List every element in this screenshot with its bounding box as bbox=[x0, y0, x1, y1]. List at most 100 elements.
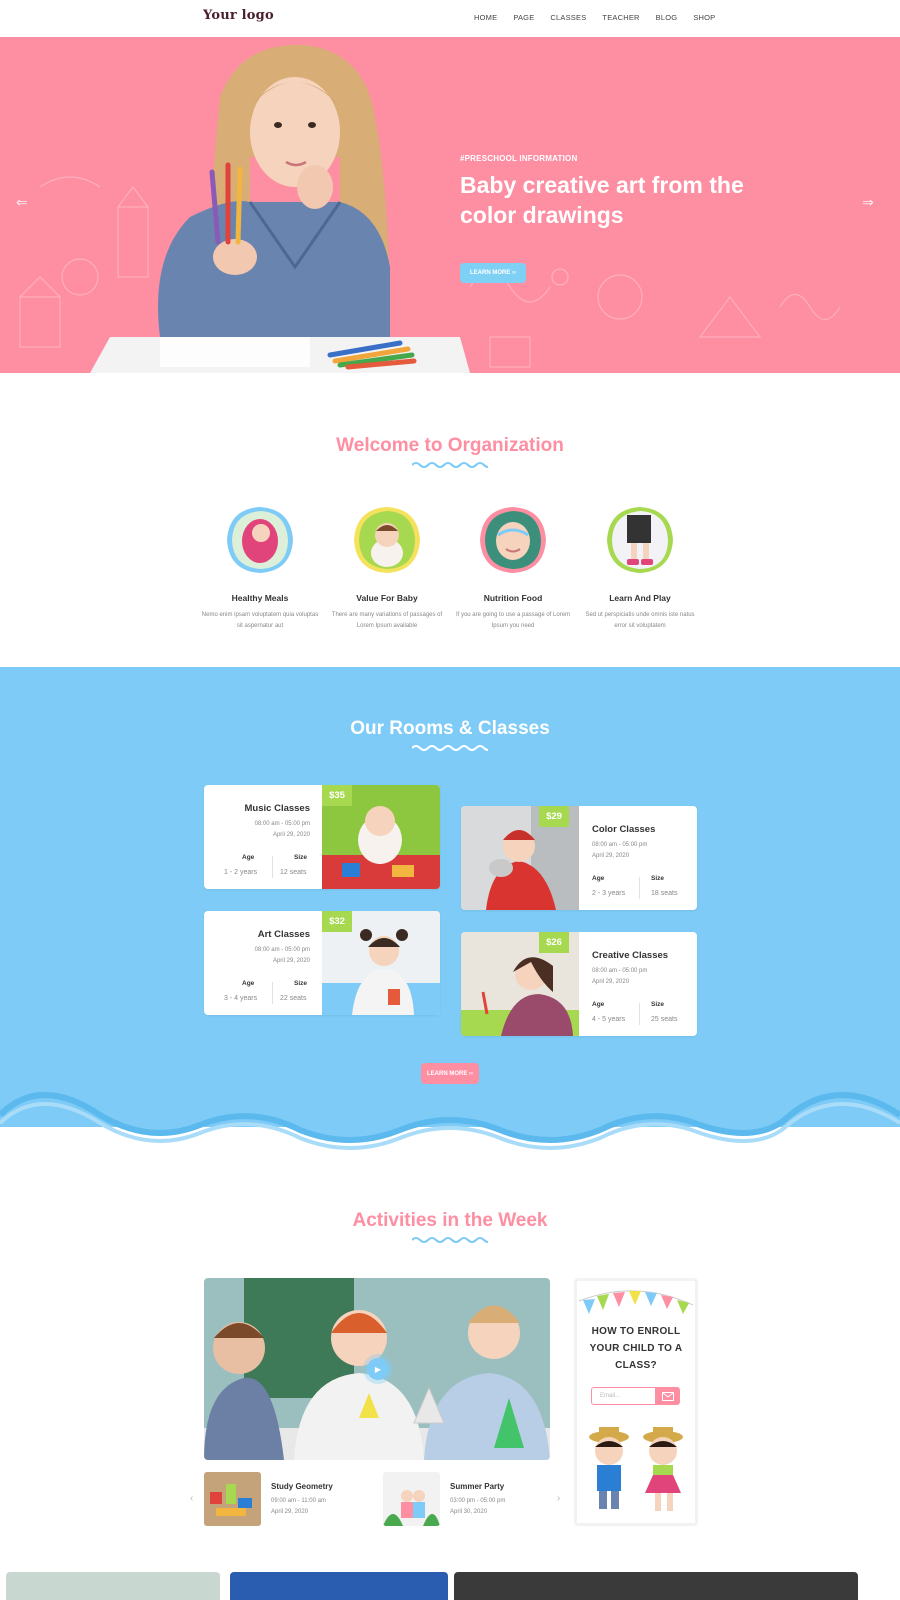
main-menu: HOME PAGE CLASSES TEACHER BLOG SHOP bbox=[474, 13, 731, 22]
divider bbox=[639, 877, 640, 899]
class-name: Music Classes bbox=[244, 803, 310, 814]
chevron-left-icon[interactable]: ‹ bbox=[190, 1493, 193, 1504]
activity-item-study-geometry[interactable]: Study Geometry 09:00 am - 11:00 am April… bbox=[204, 1472, 370, 1526]
wave-divider bbox=[412, 745, 488, 751]
site-logo[interactable]: Your logo bbox=[203, 8, 274, 23]
feature-image bbox=[227, 507, 293, 573]
size-label: Size bbox=[651, 875, 665, 882]
class-price-badge: $26 bbox=[539, 932, 569, 953]
size-value: 22 seats bbox=[280, 995, 307, 1002]
activity-video[interactable]: ▶ bbox=[204, 1278, 550, 1460]
nav-classes[interactable]: CLASSES bbox=[550, 13, 586, 22]
size-label: Size bbox=[294, 980, 308, 987]
age-label: Age bbox=[242, 854, 255, 861]
kids-cartoon-illustration bbox=[589, 1427, 683, 1511]
class-time: 08:00 am - 05:00 pm bbox=[592, 842, 648, 848]
feature-title: Value For Baby bbox=[356, 593, 418, 603]
divider bbox=[272, 856, 273, 878]
class-time: 08:00 am - 05:00 pm bbox=[254, 947, 310, 953]
activity-item-summer-party[interactable]: Summer Party 03:00 pm - 05:00 pm April 3… bbox=[383, 1472, 549, 1526]
class-date: April 29, 2020 bbox=[592, 979, 630, 985]
welcome-title: Welcome to Organization bbox=[336, 435, 564, 456]
age-value: 2 - 3 years bbox=[592, 890, 626, 897]
size-value: 25 seats bbox=[651, 1016, 678, 1023]
feature-title: Learn And Play bbox=[609, 593, 671, 603]
size-label: Size bbox=[651, 1001, 665, 1008]
age-value: 1 - 2 years bbox=[224, 869, 258, 876]
class-card-color[interactable]: $29 Color Classes 08:00 am - 05:00 pm Ap… bbox=[461, 806, 697, 910]
nav-page[interactable]: PAGE bbox=[513, 13, 534, 22]
class-info: Color Classes 08:00 am - 05:00 pm April … bbox=[579, 806, 697, 910]
size-value: 18 seats bbox=[651, 890, 678, 897]
size-label: Size bbox=[294, 854, 308, 861]
feature-description: Nemo enim ipsam voluptatem quia voluptas… bbox=[201, 612, 319, 629]
feature-title: Nutrition Food bbox=[483, 593, 543, 603]
hero-slider: ⇐ ⇒ #PRESCHOOL INFORMATION Baby creative… bbox=[0, 37, 900, 373]
gallery-image bbox=[454, 1572, 858, 1600]
class-price-badge: $32 bbox=[322, 911, 352, 932]
class-name: Art Classes bbox=[257, 929, 310, 940]
wave-divider bbox=[412, 1237, 488, 1243]
class-price-badge: $35 bbox=[322, 785, 352, 806]
feature-description: Sed ut perspiciatis unde omnis iste natu… bbox=[585, 612, 695, 629]
activity-name: Summer Party bbox=[450, 1482, 505, 1491]
rooms-section: Our Rooms & Classes Music Classes 08:00 … bbox=[0, 667, 900, 1127]
age-value: 4 - 5 years bbox=[592, 1016, 626, 1023]
class-name: Color Classes bbox=[592, 824, 656, 835]
activity-time: 03:00 pm - 05:00 pm bbox=[450, 1498, 506, 1504]
activity-thumbnail bbox=[383, 1472, 440, 1526]
email-input[interactable]: Email... bbox=[591, 1387, 656, 1405]
rooms-title: Our Rooms & Classes bbox=[350, 718, 550, 739]
feature-description: There are many variations of passages of… bbox=[331, 612, 443, 629]
arrow-left-icon[interactable]: ⇐ bbox=[16, 194, 28, 211]
mail-icon bbox=[662, 1391, 674, 1401]
age-label: Age bbox=[592, 1001, 605, 1008]
feature-title: Healthy Meals bbox=[231, 593, 289, 603]
play-icon[interactable]: ▶ bbox=[367, 1358, 389, 1380]
feature-description: If you are going to use a passage of Lor… bbox=[455, 612, 571, 629]
gallery-image bbox=[6, 1572, 220, 1600]
gallery-image bbox=[230, 1572, 448, 1600]
age-value: 3 - 4 years bbox=[224, 995, 258, 1002]
nav-blog[interactable]: BLOG bbox=[656, 13, 678, 22]
class-name: Creative Classes bbox=[592, 950, 669, 961]
activity-date: April 29, 2020 bbox=[271, 1509, 309, 1515]
nav-shop[interactable]: SHOP bbox=[693, 13, 715, 22]
chevron-right-icon[interactable]: › bbox=[557, 1493, 560, 1504]
nav-home[interactable]: HOME bbox=[474, 13, 497, 22]
wave-divider bbox=[412, 462, 488, 468]
activity-thumbnail bbox=[204, 1472, 261, 1526]
class-card-creative[interactable]: $26 Creative Classes 08:00 am - 05:00 pm… bbox=[461, 932, 697, 1036]
nav-teacher[interactable]: TEACHER bbox=[602, 13, 639, 22]
class-date: April 29, 2020 bbox=[272, 958, 310, 964]
feature-value-for-baby: Value For Baby There are many variations… bbox=[327, 505, 447, 632]
class-card-art[interactable]: Art Classes 08:00 am - 05:00 pm April 29… bbox=[204, 911, 440, 1015]
divider bbox=[639, 1003, 640, 1025]
age-label: Age bbox=[242, 980, 255, 987]
class-date: April 29, 2020 bbox=[272, 832, 310, 838]
cloud-divider bbox=[0, 1085, 900, 1150]
feature-nutrition-food: Nutrition Food If you are going to use a… bbox=[453, 505, 573, 632]
divider bbox=[272, 982, 273, 1004]
activity-time: 09:00 am - 11:00 am bbox=[271, 1498, 326, 1504]
class-time: 08:00 am - 05:00 pm bbox=[592, 968, 648, 974]
class-card-music[interactable]: Music Classes 08:00 am - 05:00 pm April … bbox=[204, 785, 440, 889]
age-label: Age bbox=[592, 875, 605, 882]
activity-date: April 30, 2020 bbox=[450, 1509, 488, 1515]
class-time: 08:00 am - 05:00 pm bbox=[254, 821, 310, 827]
feature-healthy-meals: Healthy Meals Nemo enim ipsam voluptatem… bbox=[200, 505, 320, 632]
top-nav: Your logo HOME PAGE CLASSES TEACHER BLOG… bbox=[0, 0, 900, 37]
class-date: April 29, 2020 bbox=[592, 853, 630, 859]
feature-learn-and-play: Learn And Play Sed ut perspiciatis unde … bbox=[580, 505, 700, 632]
subscribe-button[interactable] bbox=[656, 1387, 680, 1405]
hero-learn-more-button[interactable]: LEARN MORE ›› bbox=[460, 263, 526, 283]
arrow-right-icon[interactable]: ⇒ bbox=[862, 194, 874, 211]
hero-tag: #PRESCHOOL INFORMATION bbox=[460, 154, 578, 163]
hero-girl-image bbox=[90, 44, 470, 373]
feature-image bbox=[607, 507, 673, 573]
rooms-learn-more-button[interactable]: LEARN MORE ›› bbox=[421, 1063, 479, 1084]
class-info: Art Classes 08:00 am - 05:00 pm April 29… bbox=[204, 911, 322, 1015]
class-info: Music Classes 08:00 am - 05:00 pm April … bbox=[204, 785, 322, 889]
activities-title: Activities in the Week bbox=[352, 1210, 548, 1231]
hero-title: Baby creative art from the color drawing… bbox=[460, 172, 744, 228]
